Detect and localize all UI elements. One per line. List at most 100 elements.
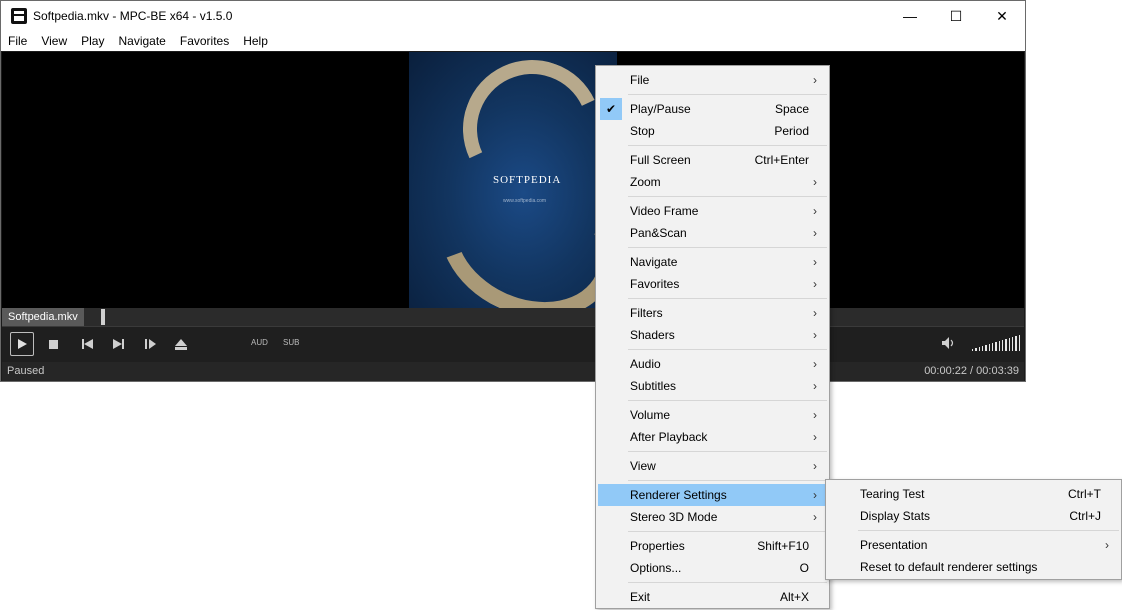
- menu-item-label: Tearing Test: [860, 487, 925, 501]
- menu-item-shortcut: Shift+F10: [757, 539, 809, 553]
- menu-item-play-pause[interactable]: ✔ Play/Pause Space: [598, 98, 827, 120]
- subtitle-track-button[interactable]: SUB: [283, 338, 299, 347]
- menu-bar: File View Play Navigate Favorites Help: [1, 31, 1025, 51]
- menu-item-label: Play/Pause: [630, 102, 691, 116]
- chevron-right-icon: ›: [813, 488, 817, 502]
- playback-state: Paused: [7, 365, 45, 377]
- chevron-right-icon: ›: [813, 175, 817, 189]
- menu-separator: [628, 349, 827, 350]
- menu-item-label: View: [630, 459, 656, 473]
- menu-item-audio[interactable]: Audio ›: [598, 353, 827, 375]
- chevron-right-icon: ›: [813, 357, 817, 371]
- speaker-icon: [942, 337, 954, 349]
- menu-item-subtitles[interactable]: Subtitles ›: [598, 375, 827, 397]
- menu-separator: [628, 247, 827, 248]
- player-window: Softpedia.mkv - MPC-BE x64 - v1.5.0 — ☐ …: [0, 0, 1026, 382]
- menu-item-tearing-test[interactable]: Tearing Test Ctrl+T: [828, 483, 1119, 505]
- menu-separator: [628, 94, 827, 95]
- frame-step-button[interactable]: [141, 335, 159, 353]
- menu-item-label: Renderer Settings: [630, 488, 727, 502]
- menu-item-label: Filters: [630, 306, 663, 320]
- checkmark-icon: ✔: [600, 98, 622, 120]
- play-button[interactable]: [10, 332, 34, 356]
- close-button[interactable]: ✕: [979, 1, 1025, 31]
- menu-item-zoom[interactable]: Zoom ›: [598, 171, 827, 193]
- menu-help[interactable]: Help: [236, 34, 275, 48]
- menu-favorites[interactable]: Favorites: [173, 34, 236, 48]
- video-area[interactable]: SOFTPEDIA www.softpedia.com: [2, 52, 1024, 308]
- chevron-right-icon: ›: [813, 510, 817, 524]
- menu-item-label: Options...: [630, 561, 682, 575]
- chevron-right-icon: ›: [1105, 538, 1109, 552]
- chevron-right-icon: ›: [813, 379, 817, 393]
- menu-item-stereo-3d-mode[interactable]: Stereo 3D Mode ›: [598, 506, 827, 528]
- menu-item-exit[interactable]: Exit Alt+X: [598, 586, 827, 608]
- menu-view[interactable]: View: [34, 34, 74, 48]
- volume-slider[interactable]: [972, 335, 1020, 351]
- minimize-button[interactable]: —: [887, 1, 933, 31]
- menu-separator: [628, 531, 827, 532]
- title-bar[interactable]: Softpedia.mkv - MPC-BE x64 - v1.5.0 — ☐ …: [1, 1, 1025, 31]
- chevron-right-icon: ›: [813, 255, 817, 269]
- time-display: 00:00:22 / 00:03:39: [924, 365, 1019, 377]
- menu-item-properties[interactable]: Properties Shift+F10: [598, 535, 827, 557]
- menu-item-shaders[interactable]: Shaders ›: [598, 324, 827, 346]
- menu-item-presentation[interactable]: Presentation ›: [828, 534, 1119, 556]
- menu-item-label: Stereo 3D Mode: [630, 510, 718, 524]
- menu-item-pan-scan[interactable]: Pan&Scan ›: [598, 222, 827, 244]
- eject-icon: [175, 338, 187, 350]
- filename-tab-edge: [101, 309, 105, 325]
- chevron-right-icon: ›: [813, 306, 817, 320]
- menu-item-options[interactable]: Options... O: [598, 557, 827, 579]
- menu-item-volume[interactable]: Volume ›: [598, 404, 827, 426]
- menu-item-label: Pan&Scan: [630, 226, 687, 240]
- menu-separator: [628, 298, 827, 299]
- skip-forward-icon: [112, 339, 124, 349]
- menu-separator: [628, 582, 827, 583]
- menu-item-navigate[interactable]: Navigate ›: [598, 251, 827, 273]
- menu-item-favorites[interactable]: Favorites ›: [598, 273, 827, 295]
- stop-button[interactable]: [44, 335, 62, 353]
- next-button[interactable]: [109, 335, 127, 353]
- menu-item-label: Full Screen: [630, 153, 691, 167]
- menu-item-reset-renderer[interactable]: Reset to default renderer settings: [828, 556, 1119, 578]
- menu-item-renderer-settings[interactable]: Renderer Settings ›: [598, 484, 827, 506]
- menu-item-file[interactable]: File ›: [598, 69, 827, 91]
- menu-item-display-stats[interactable]: Display Stats Ctrl+J: [828, 505, 1119, 527]
- menu-navigate[interactable]: Navigate: [111, 34, 172, 48]
- menu-item-view[interactable]: View ›: [598, 455, 827, 477]
- menu-item-label: Video Frame: [630, 204, 699, 218]
- menu-item-shortcut: Period: [774, 124, 809, 138]
- menu-item-video-frame[interactable]: Video Frame ›: [598, 200, 827, 222]
- menu-item-label: Volume: [630, 408, 671, 422]
- chevron-right-icon: ›: [813, 408, 817, 422]
- menu-item-full-screen[interactable]: Full Screen Ctrl+Enter: [598, 149, 827, 171]
- menu-separator: [628, 480, 827, 481]
- menu-item-filters[interactable]: Filters ›: [598, 302, 827, 324]
- renderer-settings-submenu: Tearing Test Ctrl+T Display Stats Ctrl+J…: [825, 479, 1122, 580]
- menu-file[interactable]: File: [1, 34, 34, 48]
- stop-icon: [48, 339, 58, 349]
- frame-step-icon: [144, 339, 156, 349]
- menu-item-shortcut: Ctrl+Enter: [754, 153, 809, 167]
- menu-play[interactable]: Play: [74, 34, 111, 48]
- menu-separator: [858, 530, 1119, 531]
- previous-button[interactable]: [78, 335, 96, 353]
- menu-item-label: File: [630, 73, 650, 87]
- menu-separator: [628, 400, 827, 401]
- menu-item-label: Properties: [630, 539, 685, 553]
- chevron-right-icon: ›: [813, 430, 817, 444]
- menu-item-label: Stop: [630, 124, 655, 138]
- menu-item-shortcut: Space: [774, 102, 809, 116]
- maximize-button[interactable]: ☐: [933, 1, 979, 31]
- volume-icon[interactable]: [942, 337, 956, 351]
- menu-item-after-playback[interactable]: After Playback ›: [598, 426, 827, 448]
- eject-button[interactable]: [172, 335, 190, 353]
- clapperboard-icon: [11, 8, 27, 24]
- window-title: Softpedia.mkv - MPC-BE x64 - v1.5.0: [33, 9, 233, 23]
- menu-item-stop[interactable]: Stop Period: [598, 120, 827, 142]
- chevron-right-icon: ›: [813, 73, 817, 87]
- audio-track-button[interactable]: AUD: [251, 338, 268, 347]
- filename-label: Softpedia.mkv: [2, 308, 84, 326]
- menu-item-label: Presentation: [860, 538, 928, 552]
